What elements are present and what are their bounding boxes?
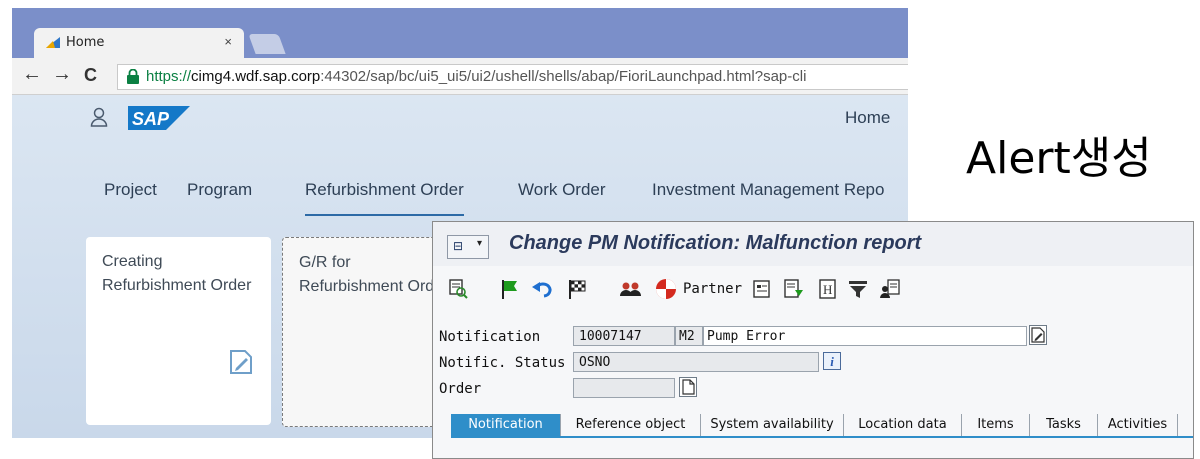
tab-project[interactable]: Project [104, 180, 157, 200]
undo-icon[interactable] [531, 278, 553, 302]
info-icon[interactable]: i [823, 352, 841, 370]
edit-document-icon [230, 350, 252, 374]
back-icon[interactable]: ← [22, 63, 42, 86]
create-order-icon[interactable] [679, 377, 697, 397]
tab-close-icon[interactable]: × [224, 34, 232, 49]
partner-button-label[interactable]: Partner [683, 281, 742, 297]
menu-icon: ⊟ [453, 239, 464, 253]
sap-logo[interactable]: SAP [128, 106, 190, 130]
tile-title: Creating Refurbishment Order [102, 253, 252, 294]
select-icon[interactable] [447, 278, 469, 302]
chevron-down-icon: ▾ [476, 238, 482, 249]
gui-tab-location-data[interactable]: Location data [844, 414, 962, 436]
partner-icon[interactable] [655, 278, 677, 302]
svg-text:H: H [823, 282, 832, 297]
forward-icon[interactable]: → [52, 63, 72, 86]
browser-tab-title: Home [66, 35, 105, 50]
launchpad-tab-bar: Project Program Refurbishment Order Work… [12, 180, 908, 216]
status-field: OSNO [573, 352, 819, 372]
gui-tab-notification[interactable]: Notification [451, 414, 561, 436]
application-toolbar: Partner H [433, 272, 1193, 308]
reload-icon[interactable]: C [84, 65, 97, 86]
persons-icon[interactable] [619, 278, 643, 302]
url-host: cimg4.wdf.sap.corp [191, 68, 321, 85]
url-path: :44302/sap/bc/ui5_ui5/ui2/ushell/shells/… [320, 68, 807, 85]
notification-number-field[interactable]: 10007147 [573, 326, 675, 346]
tile-creating-refurbishment-order[interactable]: Creating Refurbishment Order [86, 237, 271, 425]
notification-label: Notification [439, 329, 541, 345]
status-row: Notific. Status OSNO i [433, 352, 1193, 374]
document-icon[interactable] [751, 278, 773, 302]
sap-logo-text: SAP [132, 109, 170, 129]
gui-tab-activities[interactable]: Activities [1098, 414, 1178, 436]
gui-tab-strip: Notification Reference object System ava… [451, 414, 1193, 438]
address-bar: ← → C https://cimg4.wdf.sap.corp:44302/s… [12, 58, 908, 95]
order-label: Order [439, 381, 482, 397]
new-tab-button[interactable] [248, 34, 286, 54]
document-edit-icon[interactable] [783, 278, 805, 302]
order-field[interactable] [573, 378, 675, 398]
tile-title: G/R for Refurbishment Order [299, 254, 449, 295]
lock-icon [127, 69, 139, 84]
gui-tab-items[interactable]: Items [962, 414, 1030, 436]
tab-investment-management[interactable]: Investment Management Repo [652, 180, 884, 200]
gui-tab-reference-object[interactable]: Reference object [561, 414, 701, 436]
url-input[interactable]: https://cimg4.wdf.sap.corp:44302/sap/bc/… [117, 64, 908, 90]
sap-gui-window: ⊟ ▾ Change PM Notification: Malfunction … [432, 221, 1194, 459]
flag-icon[interactable] [499, 278, 521, 302]
user-icon[interactable] [90, 107, 108, 127]
tab-program[interactable]: Program [187, 180, 252, 200]
alert-annotation: Alert생성 [966, 133, 1152, 184]
checkered-flag-icon[interactable] [567, 278, 589, 302]
home-link[interactable]: Home [845, 108, 890, 128]
status-label: Notific. Status [439, 355, 566, 371]
gui-tab-tasks[interactable]: Tasks [1030, 414, 1098, 436]
tab-work-order[interactable]: Work Order [518, 180, 606, 200]
long-text-icon[interactable] [1029, 325, 1047, 345]
notification-row: Notification 10007147 M2 Pump Error [433, 325, 1193, 348]
notification-type-field[interactable]: M2 [675, 326, 703, 346]
shell-header: SAP Home [12, 95, 908, 140]
filter-icon[interactable] [847, 278, 869, 302]
person-document-icon[interactable] [879, 278, 901, 302]
gui-menu-button[interactable]: ⊟ ▾ [447, 235, 489, 259]
header-icon[interactable]: H [817, 278, 839, 302]
sap-favicon-icon [46, 37, 60, 48]
browser-tab-strip: Home × [12, 8, 908, 60]
browser-tab[interactable]: Home × [34, 28, 244, 60]
url-scheme: https:// [146, 68, 192, 85]
order-row: Order [433, 377, 1193, 400]
gui-title-bar: ⊟ ▾ Change PM Notification: Malfunction … [433, 222, 1193, 266]
url-text: https://cimg4.wdf.sap.corp:44302/sap/bc/… [146, 68, 806, 85]
tab-refurbishment-order[interactable]: Refurbishment Order [305, 180, 464, 216]
notification-description-field[interactable]: Pump Error [703, 326, 1027, 346]
gui-screen-title: Change PM Notification: Malfunction repo… [509, 232, 922, 254]
gui-tab-system-availability[interactable]: System availability [701, 414, 844, 436]
